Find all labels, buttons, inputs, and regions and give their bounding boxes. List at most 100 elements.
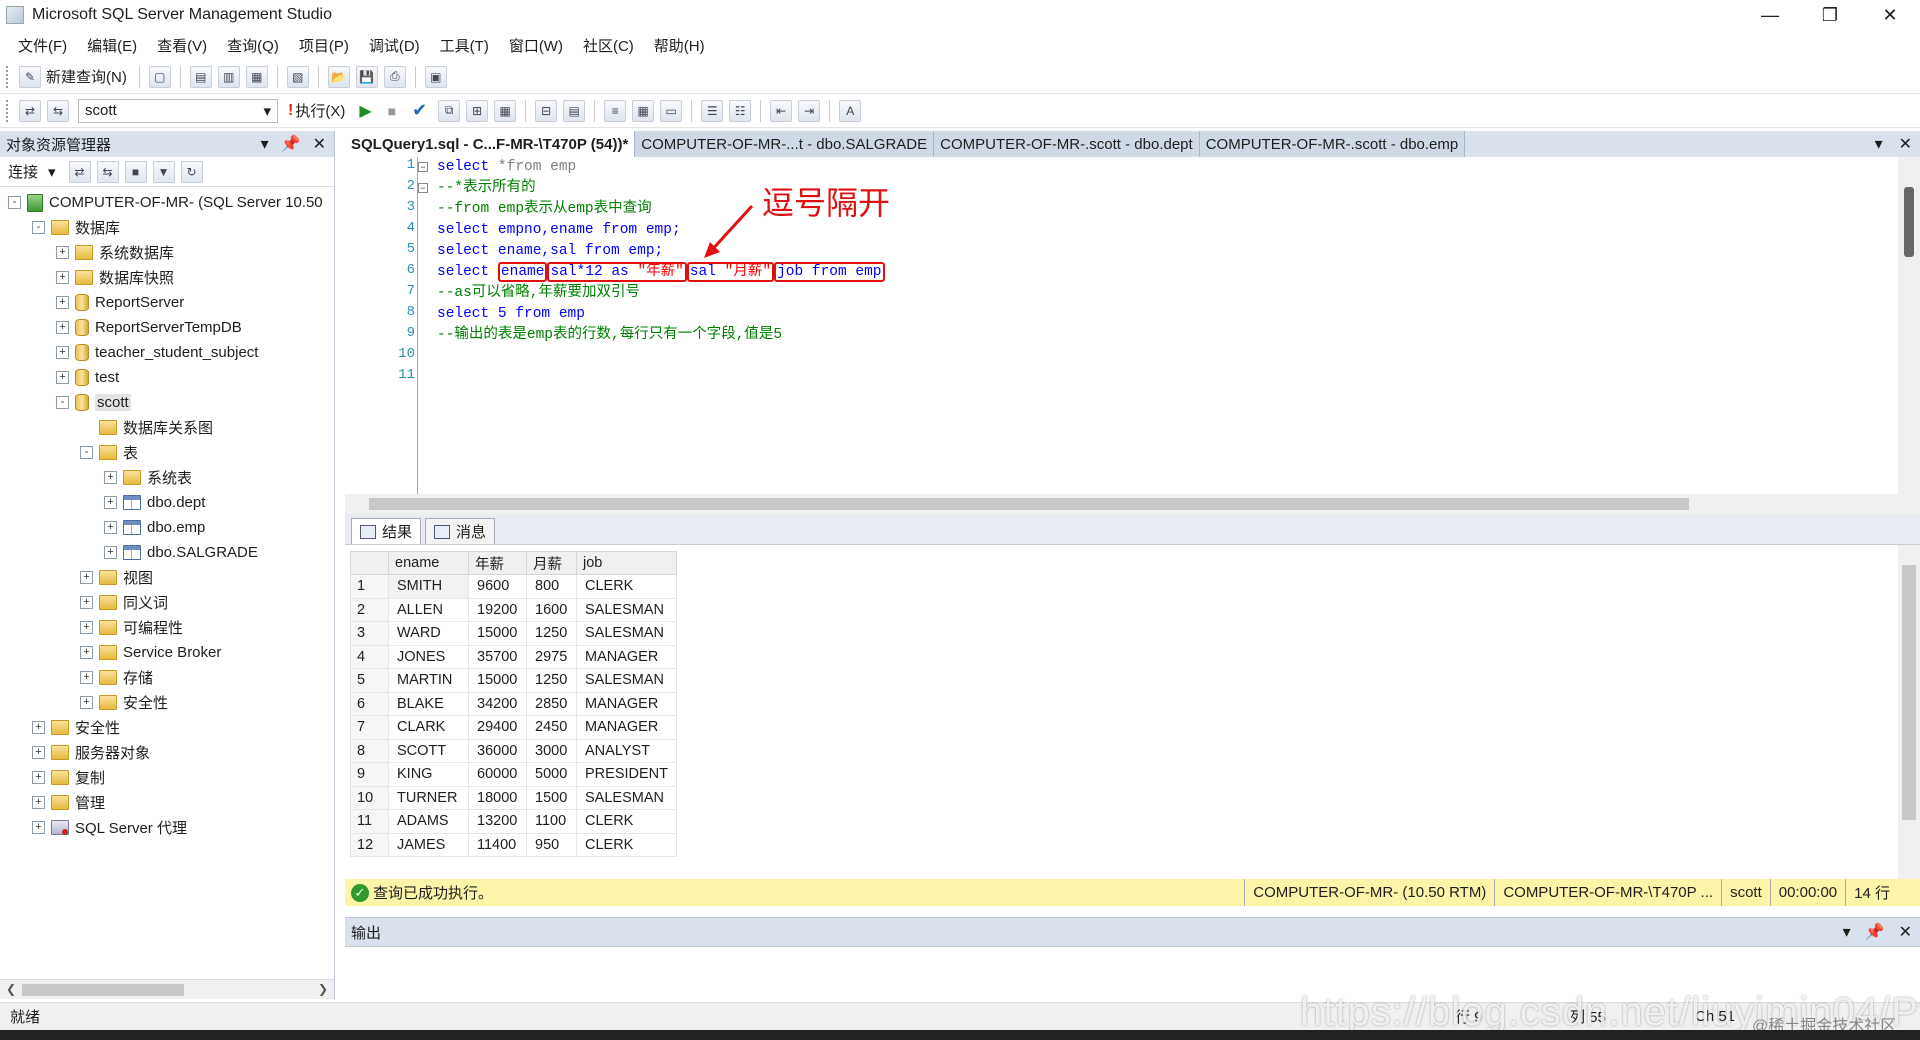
stop-icon[interactable]: ■ (124, 160, 147, 183)
connect-server-icon[interactable]: ⇄ (68, 160, 91, 183)
grid-cell[interactable]: 2450 (526, 715, 577, 740)
horizontal-scrollbar[interactable]: ❮ ❯ (0, 979, 334, 999)
grid-cell[interactable]: MANAGER (576, 644, 677, 669)
print-icon[interactable]: ⎙ (383, 65, 406, 88)
menu-tools[interactable]: 工具(T) (430, 35, 499, 56)
tree-node[interactable]: + dbo.dept (0, 490, 334, 515)
grid-cell[interactable]: CLARK (388, 715, 469, 740)
parse-check-icon[interactable]: ✔ (412, 100, 427, 121)
expand-icon[interactable]: + (104, 521, 117, 534)
row-number[interactable]: 1 (350, 574, 389, 599)
execute-button[interactable]: 执行(X) (295, 100, 345, 121)
scrollbar-thumb[interactable] (369, 498, 1689, 510)
grid-cell[interactable]: BLAKE (388, 691, 469, 716)
new-query-button[interactable]: 新建查询(N) (46, 66, 127, 87)
grid-cell[interactable]: 11400 (468, 832, 527, 857)
expand-icon[interactable]: + (56, 271, 69, 284)
dropdown-icon[interactable]: ▾ (1843, 922, 1851, 942)
editor-vertical-scrollbar[interactable] (1898, 157, 1920, 514)
grid-cell[interactable]: PRESIDENT (576, 762, 677, 787)
results-to-text-icon[interactable]: ≡ (604, 99, 627, 122)
filter-icon[interactable]: ▼ (152, 160, 175, 183)
grid-vertical-scrollbar[interactable] (1898, 545, 1920, 880)
grid-row[interactable]: 4 JONES 35700 2975 MANAGER (350, 644, 677, 669)
grid-cell[interactable]: SALESMAN (576, 621, 677, 646)
tab-list-dropdown-icon[interactable]: ▾ (1875, 134, 1883, 154)
column-header-annual-salary[interactable]: 年薪 (468, 551, 527, 575)
results-to-grid-icon[interactable]: ▦ (494, 99, 517, 122)
grid-cell[interactable]: ADAMS (388, 809, 469, 834)
expand-icon[interactable]: + (80, 646, 93, 659)
expand-icon[interactable]: + (56, 321, 69, 334)
tab-results[interactable]: 结果 (351, 518, 422, 544)
tree-node[interactable]: + SQL Server 代理 (0, 815, 334, 840)
tree-node[interactable]: + 系统表 (0, 465, 334, 490)
grid-row[interactable]: 2 ALLEN 19200 1600 SALESMAN (350, 597, 677, 622)
row-number[interactable]: 5 (350, 668, 389, 693)
tab-dept[interactable]: COMPUTER-OF-MR-.scott - dbo.dept (934, 131, 1200, 157)
grid-cell[interactable]: SALESMAN (576, 597, 677, 622)
row-number[interactable]: 10 (350, 785, 389, 810)
grid-cell[interactable]: SALESMAN (576, 668, 677, 693)
menu-help[interactable]: 帮助(H) (644, 35, 715, 56)
grid-cell[interactable]: ANALYST (576, 738, 677, 763)
mdx-query-icon[interactable]: ▦ (245, 65, 268, 88)
menu-project[interactable]: 项目(P) (289, 35, 359, 56)
grid-cell[interactable]: 1250 (526, 621, 577, 646)
grid-cell[interactable]: 950 (526, 832, 577, 857)
scrollbar-thumb[interactable] (1904, 187, 1914, 257)
tree-node[interactable]: + 安全性 (0, 715, 334, 740)
grid-cell[interactable]: CLERK (576, 574, 677, 599)
expand-icon[interactable]: + (80, 696, 93, 709)
grid-cell[interactable]: 800 (526, 574, 577, 599)
refresh-icon[interactable]: ↻ (180, 160, 203, 183)
menu-debug[interactable]: 调试(D) (359, 35, 430, 56)
expand-icon[interactable]: + (104, 546, 117, 559)
results-to-file-icon[interactable]: ▭ (660, 99, 683, 122)
grid-cell[interactable]: 60000 (468, 762, 527, 787)
client-statistics-icon[interactable]: ▤ (563, 99, 586, 122)
expand-icon[interactable]: + (32, 796, 45, 809)
row-number[interactable]: 3 (350, 621, 389, 646)
uncomment-icon[interactable]: ☷ (729, 99, 752, 122)
tree-node[interactable]: + 复制 (0, 765, 334, 790)
row-number[interactable]: 7 (350, 715, 389, 740)
tree-node[interactable]: + teacher_student_subject (0, 340, 334, 365)
grid-cell[interactable]: ALLEN (388, 597, 469, 622)
close-button[interactable]: ✕ (1860, 0, 1920, 30)
execute-icon[interactable]: ! (288, 102, 293, 120)
row-number[interactable]: 12 (350, 832, 389, 857)
scroll-right-icon[interactable]: ❯ (318, 982, 328, 996)
menu-view[interactable]: 查看(V) (147, 35, 217, 56)
tree-node[interactable]: + 可编程性 (0, 615, 334, 640)
grid-cell[interactable]: TURNER (388, 785, 469, 810)
grid-cell[interactable]: CLERK (576, 809, 677, 834)
row-number[interactable]: 4 (350, 644, 389, 669)
grid-cell[interactable]: 35700 (468, 644, 527, 669)
column-header-ename[interactable]: ename (388, 551, 469, 575)
estimated-plan-icon[interactable]: ⊞ (466, 99, 489, 122)
expand-icon[interactable]: + (80, 571, 93, 584)
grid-cell[interactable]: MANAGER (576, 715, 677, 740)
expand-icon[interactable]: + (56, 371, 69, 384)
tree-node[interactable]: - COMPUTER-OF-MR- (SQL Server 10.50 (0, 190, 334, 215)
tree-node[interactable]: + 同义词 (0, 590, 334, 615)
grid-cell[interactable]: JAMES (388, 832, 469, 857)
grid-cell[interactable]: 13200 (468, 809, 527, 834)
grid-cell[interactable]: WARD (388, 621, 469, 646)
grid-row[interactable]: 3 WARD 15000 1250 SALESMAN (350, 621, 677, 646)
column-header-monthly-salary[interactable]: 月薪 (526, 551, 577, 575)
tree-node[interactable]: + dbo.SALGRADE (0, 540, 334, 565)
xmla-query-icon[interactable]: ▧ (286, 65, 309, 88)
cancel-query-icon[interactable]: ■ (388, 103, 396, 119)
tab-messages[interactable]: 消息 (425, 518, 496, 544)
new-query-icon[interactable]: ✎ (19, 65, 41, 88)
pin-icon[interactable]: 📌 (281, 134, 301, 154)
collapse-icon[interactable]: - (32, 221, 45, 234)
tree-node[interactable]: + ReportServerTempDB (0, 315, 334, 340)
grid-cell[interactable]: MARTIN (388, 668, 469, 693)
collapse-icon[interactable]: - (80, 446, 93, 459)
collapse-icon[interactable]: - (56, 396, 69, 409)
grid-cell[interactable]: 15000 (468, 621, 527, 646)
grid-cell[interactable]: 1600 (526, 597, 577, 622)
